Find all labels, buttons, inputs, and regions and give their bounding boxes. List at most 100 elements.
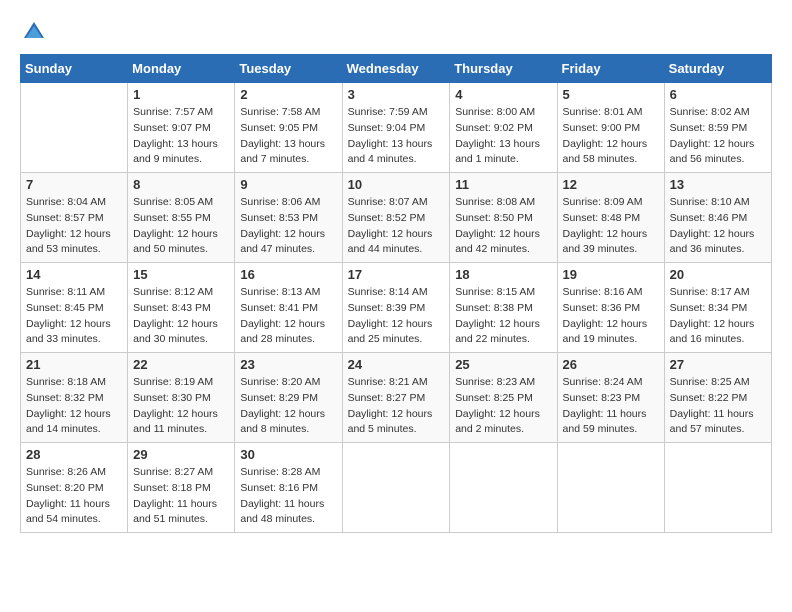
calendar-cell: 16 Sunrise: 8:13 AM Sunset: 8:41 PM Dayli… — [235, 263, 342, 353]
calendar-cell: 14 Sunrise: 8:11 AM Sunset: 8:45 PM Dayli… — [21, 263, 128, 353]
weekday-header-tuesday: Tuesday — [235, 55, 342, 83]
day-info: Sunrise: 8:08 AM Sunset: 8:50 PM Dayligh… — [455, 195, 551, 258]
day-number: 26 — [563, 357, 659, 372]
day-number: 19 — [563, 267, 659, 282]
calendar-cell: 12 Sunrise: 8:09 AM Sunset: 8:48 PM Dayli… — [557, 173, 664, 263]
calendar-header: SundayMondayTuesdayWednesdayThursdayFrid… — [21, 55, 772, 83]
day-number: 4 — [455, 87, 551, 102]
calendar-cell: 11 Sunrise: 8:08 AM Sunset: 8:50 PM Dayli… — [450, 173, 557, 263]
day-number: 8 — [133, 177, 229, 192]
calendar-cell: 19 Sunrise: 8:16 AM Sunset: 8:36 PM Dayli… — [557, 263, 664, 353]
day-info: Sunrise: 8:27 AM Sunset: 8:18 PM Dayligh… — [133, 465, 229, 528]
calendar-cell: 28Sunrise: 8:26 AM Sunset: 8:20 PM Dayli… — [21, 443, 128, 533]
calendar-cell: 9 Sunrise: 8:06 AM Sunset: 8:53 PM Daylig… — [235, 173, 342, 263]
calendar-cell — [557, 443, 664, 533]
calendar-cell: 3Sunrise: 7:59 AM Sunset: 9:04 PM Daylig… — [342, 83, 450, 173]
calendar-cell: 24 Sunrise: 8:21 AM Sunset: 8:27 PM Dayli… — [342, 353, 450, 443]
day-number: 14 — [26, 267, 122, 282]
day-info: Sunrise: 8:04 AM Sunset: 8:57 PM Dayligh… — [26, 195, 122, 258]
calendar-cell: 15Sunrise: 8:12 AM Sunset: 8:43 PM Dayli… — [128, 263, 235, 353]
day-info: Sunrise: 8:28 AM Sunset: 8:16 PM Dayligh… — [240, 465, 336, 528]
calendar-cell: 10 Sunrise: 8:07 AM Sunset: 8:52 PM Dayli… — [342, 173, 450, 263]
day-number: 17 — [348, 267, 445, 282]
page-header — [20, 20, 772, 44]
day-number: 5 — [563, 87, 659, 102]
calendar-cell: 29 Sunrise: 8:27 AM Sunset: 8:18 PM Dayli… — [128, 443, 235, 533]
day-number: 28 — [26, 447, 122, 462]
day-info: Sunrise: 8:00 AM Sunset: 9:02 PM Dayligh… — [455, 105, 551, 168]
day-number: 16 — [240, 267, 336, 282]
calendar-cell: 27 Sunrise: 8:25 AM Sunset: 8:22 PM Dayli… — [664, 353, 771, 443]
day-info: Sunrise: 8:21 AM Sunset: 8:27 PM Dayligh… — [348, 375, 445, 438]
day-info: Sunrise: 8:24 AM Sunset: 8:23 PM Dayligh… — [563, 375, 659, 438]
weekday-header-friday: Friday — [557, 55, 664, 83]
day-number: 7 — [26, 177, 122, 192]
calendar-cell: 23Sunrise: 8:20 AM Sunset: 8:29 PM Dayli… — [235, 353, 342, 443]
day-info: Sunrise: 8:15 AM Sunset: 8:38 PM Dayligh… — [455, 285, 551, 348]
day-info: Sunrise: 7:58 AM Sunset: 9:05 PM Dayligh… — [240, 105, 336, 168]
calendar-cell: 18 Sunrise: 8:15 AM Sunset: 8:38 PM Dayli… — [450, 263, 557, 353]
calendar-table: SundayMondayTuesdayWednesdayThursdayFrid… — [20, 54, 772, 533]
weekday-header-saturday: Saturday — [664, 55, 771, 83]
calendar-cell: 21 Sunrise: 8:18 AM Sunset: 8:32 PM Dayli… — [21, 353, 128, 443]
calendar-cell: 17 Sunrise: 8:14 AM Sunset: 8:39 PM Dayli… — [342, 263, 450, 353]
calendar-cell: 25 Sunrise: 8:23 AM Sunset: 8:25 PM Dayli… — [450, 353, 557, 443]
calendar-cell: 7 Sunrise: 8:04 AM Sunset: 8:57 PM Daylig… — [21, 173, 128, 263]
day-info: Sunrise: 8:11 AM Sunset: 8:45 PM Dayligh… — [26, 285, 122, 348]
calendar-cell: 2 Sunrise: 7:58 AM Sunset: 9:05 PM Daylig… — [235, 83, 342, 173]
day-info: Sunrise: 8:18 AM Sunset: 8:32 PM Dayligh… — [26, 375, 122, 438]
day-number: 24 — [348, 357, 445, 372]
day-info: Sunrise: 8:19 AM Sunset: 8:30 PM Dayligh… — [133, 375, 229, 438]
calendar-cell — [21, 83, 128, 173]
calendar-cell: 1 Sunrise: 7:57 AM Sunset: 9:07 PM Daylig… — [128, 83, 235, 173]
day-number: 1 — [133, 87, 229, 102]
calendar-cell — [664, 443, 771, 533]
calendar-week-3: 14 Sunrise: 8:11 AM Sunset: 8:45 PM Dayli… — [21, 263, 772, 353]
day-number: 12 — [563, 177, 659, 192]
calendar-week-1: 1 Sunrise: 7:57 AM Sunset: 9:07 PM Daylig… — [21, 83, 772, 173]
calendar-cell — [342, 443, 450, 533]
day-info: Sunrise: 8:25 AM Sunset: 8:22 PM Dayligh… — [670, 375, 766, 438]
calendar-cell: 22 Sunrise: 8:19 AM Sunset: 8:30 PM Dayli… — [128, 353, 235, 443]
day-info: Sunrise: 8:07 AM Sunset: 8:52 PM Dayligh… — [348, 195, 445, 258]
calendar-week-2: 7 Sunrise: 8:04 AM Sunset: 8:57 PM Daylig… — [21, 173, 772, 263]
weekday-header-thursday: Thursday — [450, 55, 557, 83]
calendar-cell: 20Sunrise: 8:17 AM Sunset: 8:34 PM Dayli… — [664, 263, 771, 353]
calendar-cell: 5 Sunrise: 8:01 AM Sunset: 9:00 PM Daylig… — [557, 83, 664, 173]
day-number: 2 — [240, 87, 336, 102]
day-number: 9 — [240, 177, 336, 192]
day-number: 25 — [455, 357, 551, 372]
day-info: Sunrise: 8:09 AM Sunset: 8:48 PM Dayligh… — [563, 195, 659, 258]
calendar-week-5: 28Sunrise: 8:26 AM Sunset: 8:20 PM Dayli… — [21, 443, 772, 533]
day-number: 11 — [455, 177, 551, 192]
day-number: 27 — [670, 357, 766, 372]
day-info: Sunrise: 8:05 AM Sunset: 8:55 PM Dayligh… — [133, 195, 229, 258]
day-number: 6 — [670, 87, 766, 102]
logo-icon — [22, 20, 46, 44]
weekday-header-wednesday: Wednesday — [342, 55, 450, 83]
day-info: Sunrise: 8:01 AM Sunset: 9:00 PM Dayligh… — [563, 105, 659, 168]
day-number: 21 — [26, 357, 122, 372]
calendar-cell: 13Sunrise: 8:10 AM Sunset: 8:46 PM Dayli… — [664, 173, 771, 263]
weekday-header-sunday: Sunday — [21, 55, 128, 83]
calendar-cell: 30 Sunrise: 8:28 AM Sunset: 8:16 PM Dayli… — [235, 443, 342, 533]
day-info: Sunrise: 7:57 AM Sunset: 9:07 PM Dayligh… — [133, 105, 229, 168]
day-number: 15 — [133, 267, 229, 282]
day-info: Sunrise: 8:23 AM Sunset: 8:25 PM Dayligh… — [455, 375, 551, 438]
calendar-cell: 4 Sunrise: 8:00 AM Sunset: 9:02 PM Daylig… — [450, 83, 557, 173]
day-info: Sunrise: 8:10 AM Sunset: 8:46 PM Dayligh… — [670, 195, 766, 258]
day-number: 22 — [133, 357, 229, 372]
calendar-cell: 6Sunrise: 8:02 AM Sunset: 8:59 PM Daylig… — [664, 83, 771, 173]
day-number: 30 — [240, 447, 336, 462]
calendar-cell: 8 Sunrise: 8:05 AM Sunset: 8:55 PM Daylig… — [128, 173, 235, 263]
day-info: Sunrise: 8:14 AM Sunset: 8:39 PM Dayligh… — [348, 285, 445, 348]
day-info: Sunrise: 8:13 AM Sunset: 8:41 PM Dayligh… — [240, 285, 336, 348]
day-info: Sunrise: 8:06 AM Sunset: 8:53 PM Dayligh… — [240, 195, 336, 258]
logo — [20, 20, 48, 44]
day-info: Sunrise: 8:16 AM Sunset: 8:36 PM Dayligh… — [563, 285, 659, 348]
day-number: 29 — [133, 447, 229, 462]
day-number: 10 — [348, 177, 445, 192]
calendar-week-4: 21 Sunrise: 8:18 AM Sunset: 8:32 PM Dayli… — [21, 353, 772, 443]
day-number: 3 — [348, 87, 445, 102]
day-number: 18 — [455, 267, 551, 282]
